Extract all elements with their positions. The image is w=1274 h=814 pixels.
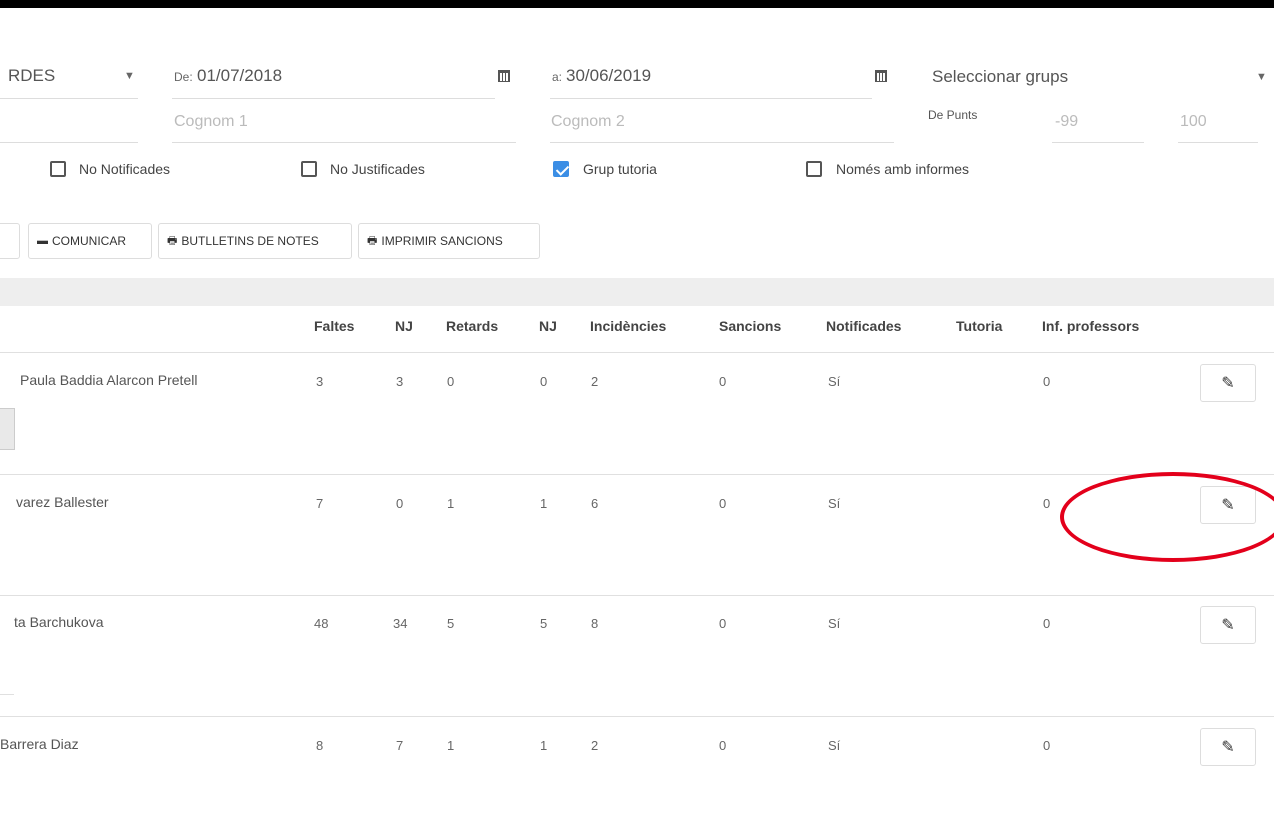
chat-icon: ▬: [37, 235, 48, 247]
type-select-value[interactable]: RDES: [8, 66, 55, 86]
header-nj[interactable]: NJ: [395, 318, 413, 334]
nj-cell: 7: [396, 738, 404, 753]
grup-tutoria-checkbox[interactable]: [553, 161, 569, 177]
date-to-input[interactable]: 30/06/2019: [566, 66, 651, 86]
no-notificades-label: No Notificades: [79, 161, 171, 177]
student-name: Barrera Diaz: [0, 736, 79, 752]
student-name: varez Ballester: [16, 494, 109, 510]
chevron-down-icon[interactable]: ▼: [1256, 71, 1267, 83]
nj-cell: 1: [540, 738, 548, 753]
edit-button[interactable]: ✎: [1200, 364, 1256, 402]
notificades-cell: Sí: [828, 374, 841, 389]
pencil-icon: ✎: [1221, 739, 1235, 756]
nj-cell: 0: [540, 374, 548, 389]
faltes-cell: 3: [316, 374, 324, 389]
bulletins-label: BUTLLETINS DE NOTES: [181, 234, 319, 248]
retards-cell: 0: [447, 374, 455, 389]
sancions-cell: 0: [719, 496, 727, 511]
table-toolbar: [0, 278, 1274, 306]
pencil-icon: ✎: [1221, 617, 1235, 634]
header-notificades[interactable]: Notificades: [826, 318, 901, 334]
faltes-cell: 7: [316, 496, 324, 511]
inf-professors-cell: 0: [1043, 374, 1051, 389]
header-nj[interactable]: NJ: [539, 318, 557, 334]
chevron-down-icon[interactable]: ▼: [124, 70, 135, 82]
faltes-cell: 48: [314, 616, 329, 631]
header-incidencies[interactable]: Incidències: [590, 318, 666, 334]
sancions-cell: 0: [719, 738, 727, 753]
points-to-input[interactable]: 100: [1180, 113, 1207, 131]
date-to-label: a:: [552, 70, 563, 84]
print-icon: 🖶: [367, 234, 378, 247]
notificades-cell: Sí: [828, 496, 841, 511]
incidencies-cell: 2: [591, 374, 599, 389]
incidencies-cell: 2: [591, 738, 599, 753]
date-from-input[interactable]: 01/07/2018: [197, 66, 282, 86]
calendar-icon[interactable]: [498, 70, 510, 82]
print-icon: 🖶: [167, 234, 178, 247]
print-sanctions-label: IMPRIMIR SANCIONS: [381, 234, 503, 248]
points-from-input[interactable]: -99: [1055, 113, 1078, 131]
surname1-input[interactable]: Cognom 1: [174, 113, 248, 131]
inf-professors-cell: 0: [1043, 738, 1051, 753]
sancions-cell: 0: [719, 616, 727, 631]
sancions-cell: 0: [719, 374, 727, 389]
nj-cell: 1: [540, 496, 548, 511]
header-faltes[interactable]: Faltes: [314, 318, 354, 334]
points-label: De Punts: [928, 108, 978, 122]
print-sanctions-button[interactable]: 🖶 IMPRIMIR SANCIONS: [358, 223, 540, 259]
student-name: Paula Baddia Alarcon Pretell: [20, 372, 198, 388]
faltes-cell: 8: [316, 738, 324, 753]
communicate-button[interactable]: ▬ COMUNICAR: [28, 223, 152, 259]
inf-professors-cell: 0: [1043, 496, 1051, 511]
side-panel-tab[interactable]: [0, 408, 15, 450]
calendar-icon[interactable]: [875, 70, 887, 82]
incidencies-cell: 6: [591, 496, 599, 511]
retards-cell: 1: [447, 496, 455, 511]
notificades-cell: Sí: [828, 738, 841, 753]
edit-button[interactable]: ✎: [1200, 606, 1256, 644]
header-retards[interactable]: Retards: [446, 318, 498, 334]
bulletins-button[interactable]: 🖶 BUTLLETINS DE NOTES: [158, 223, 352, 259]
edit-button[interactable]: ✎: [1200, 728, 1256, 766]
grup-tutoria-label: Grup tutoria: [583, 161, 657, 177]
groups-select-value[interactable]: Seleccionar grups: [932, 67, 1068, 87]
header-sancions[interactable]: Sancions: [719, 318, 781, 334]
no-justificades-checkbox[interactable]: [301, 161, 317, 177]
notificades-cell: Sí: [828, 616, 841, 631]
nomes-informes-checkbox[interactable]: [806, 161, 822, 177]
nj-cell: 34: [393, 616, 408, 631]
retards-cell: 1: [447, 738, 455, 753]
nj-cell: 0: [396, 496, 404, 511]
header-inf-professors[interactable]: Inf. professors: [1042, 318, 1139, 334]
top-bar: [0, 0, 1274, 8]
nomes-informes-label: Només amb informes: [836, 161, 970, 177]
surname2-input[interactable]: Cognom 2: [551, 113, 625, 131]
header-tutoria[interactable]: Tutoria: [956, 318, 1002, 334]
annotation-highlight-ellipse: [1060, 472, 1274, 562]
incidencies-cell: 8: [591, 616, 599, 631]
communicate-label: COMUNICAR: [52, 234, 126, 248]
nj-cell: 5: [540, 616, 548, 631]
pencil-icon: ✎: [1221, 375, 1235, 392]
no-notificades-checkbox[interactable]: [50, 161, 66, 177]
student-name: ta Barchukova: [14, 614, 104, 630]
retards-cell: 5: [447, 616, 455, 631]
date-from-label: De:: [174, 70, 193, 84]
no-justificades-label: No Justificades: [330, 161, 425, 177]
partial-button[interactable]: [0, 223, 20, 259]
nj-cell: 3: [396, 374, 404, 389]
inf-professors-cell: 0: [1043, 616, 1051, 631]
